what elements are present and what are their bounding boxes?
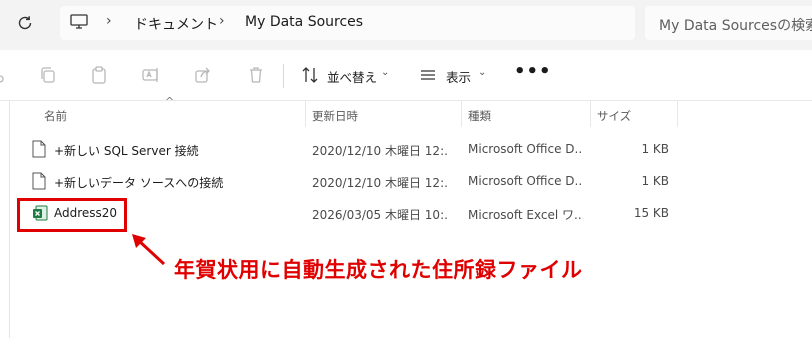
command-bar: 並べ替え ⌄ 表示 ⌄ •••: [0, 50, 812, 101]
computer-icon[interactable]: [70, 14, 88, 30]
column-divider[interactable]: [590, 101, 591, 127]
file-size: 1 KB: [641, 174, 669, 188]
column-divider[interactable]: [461, 101, 462, 127]
arrow-icon: [132, 234, 166, 266]
search-box[interactable]: My Data Sourcesの検索: [645, 6, 812, 40]
delete-icon[interactable]: [246, 65, 266, 85]
file-size: 1 KB: [641, 142, 669, 156]
search-input[interactable]: My Data Sourcesの検索: [659, 15, 812, 35]
more-options-button[interactable]: •••: [514, 61, 552, 82]
file-name[interactable]: +新しいデータ ソースへの接続: [54, 174, 304, 191]
sort-button[interactable]: 並べ替え: [327, 67, 377, 86]
file-name[interactable]: +新しい SQL Server 接続: [54, 142, 304, 159]
navigation-pane-edge: [0, 101, 10, 338]
share-icon[interactable]: [193, 65, 213, 85]
refresh-icon[interactable]: [15, 13, 35, 33]
column-divider[interactable]: [305, 101, 306, 127]
document-icon: [32, 172, 46, 190]
column-header-type[interactable]: 種類: [468, 108, 491, 124]
paste-icon[interactable]: [89, 65, 109, 85]
file-size: 15 KB: [633, 206, 669, 220]
breadcrumb-documents[interactable]: ドキュメント: [134, 14, 218, 34]
view-button[interactable]: 表示: [446, 67, 471, 86]
cut-icon[interactable]: [0, 65, 10, 85]
sort-ascending-icon: ^: [165, 95, 175, 108]
copy-icon[interactable]: [38, 65, 58, 85]
file-row[interactable]: +新しいデータ ソースへの接続 2020/12/10 木曜日 12:... Mi…: [24, 167, 678, 197]
address-bar: › ドキュメント › My Data Sources My Data Sourc…: [0, 0, 812, 50]
column-header-name[interactable]: 名前: [44, 108, 67, 124]
file-type: Microsoft Excel ワ...: [468, 208, 583, 222]
chevron-right-icon[interactable]: ›: [219, 13, 225, 29]
breadcrumb-my-data-sources[interactable]: My Data Sources: [245, 14, 363, 30]
file-modified: 2026/03/05 木曜日 10:...: [312, 208, 447, 222]
document-icon: [32, 140, 46, 158]
file-type: Microsoft Office D...: [468, 174, 583, 188]
column-header-modified[interactable]: 更新日時: [312, 108, 358, 124]
file-modified: 2020/12/10 木曜日 12:...: [312, 144, 447, 158]
file-type: Microsoft Office D...: [468, 142, 583, 156]
highlight-box: [17, 198, 127, 232]
column-divider[interactable]: [677, 101, 678, 127]
rename-icon[interactable]: [141, 65, 161, 85]
chevron-right-icon[interactable]: ›: [106, 13, 112, 29]
annotation-text: 年賀状用に自動生成された住所録ファイル: [174, 258, 583, 282]
view-icon[interactable]: [418, 65, 438, 85]
file-modified: 2020/12/10 木曜日 12:...: [312, 176, 447, 190]
toolbar-divider: [283, 64, 284, 88]
sort-icon[interactable]: [300, 65, 320, 85]
file-row[interactable]: +新しい SQL Server 接続 2020/12/10 木曜日 12:...…: [24, 135, 678, 165]
column-header-size[interactable]: サイズ: [597, 108, 631, 124]
chevron-down-icon[interactable]: ⌄: [381, 67, 389, 78]
chevron-down-icon[interactable]: ⌄: [478, 67, 486, 78]
